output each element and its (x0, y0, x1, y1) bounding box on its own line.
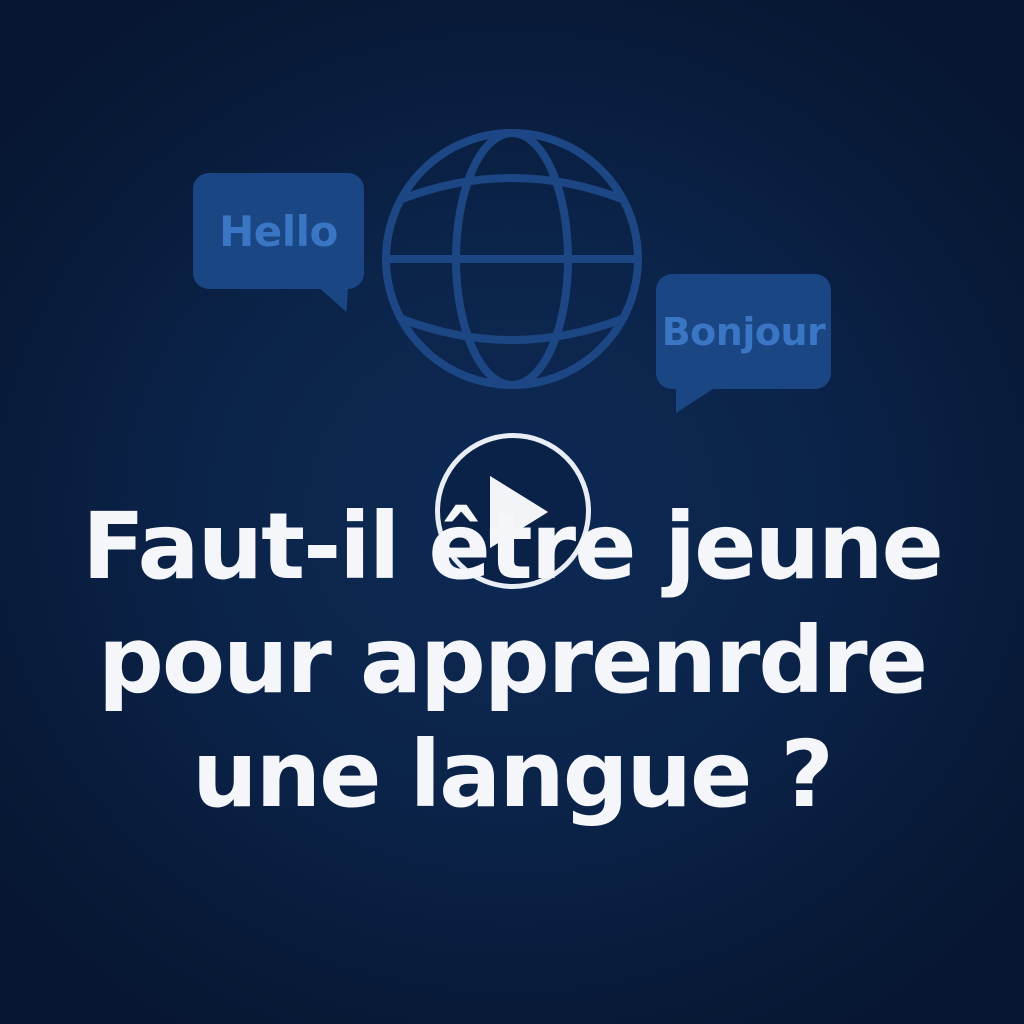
bonjour-speech-bubble: Bonjour (656, 274, 831, 389)
bonjour-bubble-tail (676, 387, 716, 413)
title-line-1: Faut-il être jeune (82, 493, 944, 600)
title-line-3: une langue ? (192, 721, 834, 828)
hello-bubble-tail (318, 287, 348, 312)
hello-label: Hello (219, 206, 338, 256)
video-title: Faut-il être jeune pour apprenrdre une l… (62, 490, 962, 832)
bonjour-label: Bonjour (661, 309, 826, 354)
hello-speech-bubble: Hello (193, 173, 364, 289)
thumbnail-canvas: Hello Bonjour Faut-il être jeune pour ap… (0, 0, 1024, 1024)
title-line-2: pour apprenrdre (97, 607, 928, 714)
globe-icon (382, 129, 642, 389)
